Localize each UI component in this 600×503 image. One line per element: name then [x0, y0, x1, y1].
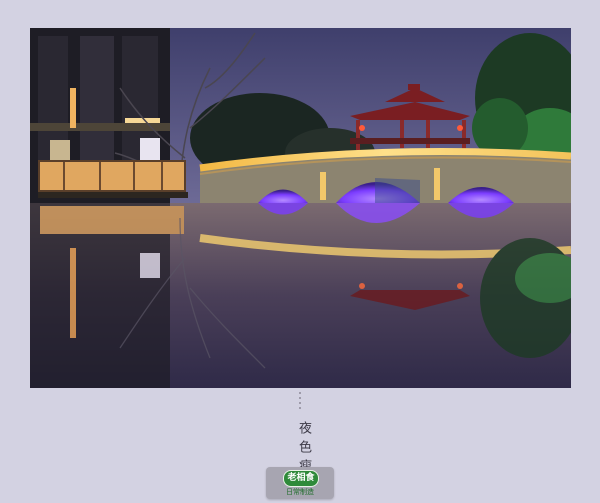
- night-bridge-photo: [30, 28, 571, 388]
- left-railing: [38, 160, 188, 198]
- divider-dots: [298, 392, 302, 412]
- page: 夜色瘦 老相食 日常制造: [0, 0, 600, 503]
- brand-logo: 老相食: [283, 470, 319, 487]
- stone-bridge: [199, 148, 571, 203]
- brand-subtitle: 日常制造: [286, 488, 314, 496]
